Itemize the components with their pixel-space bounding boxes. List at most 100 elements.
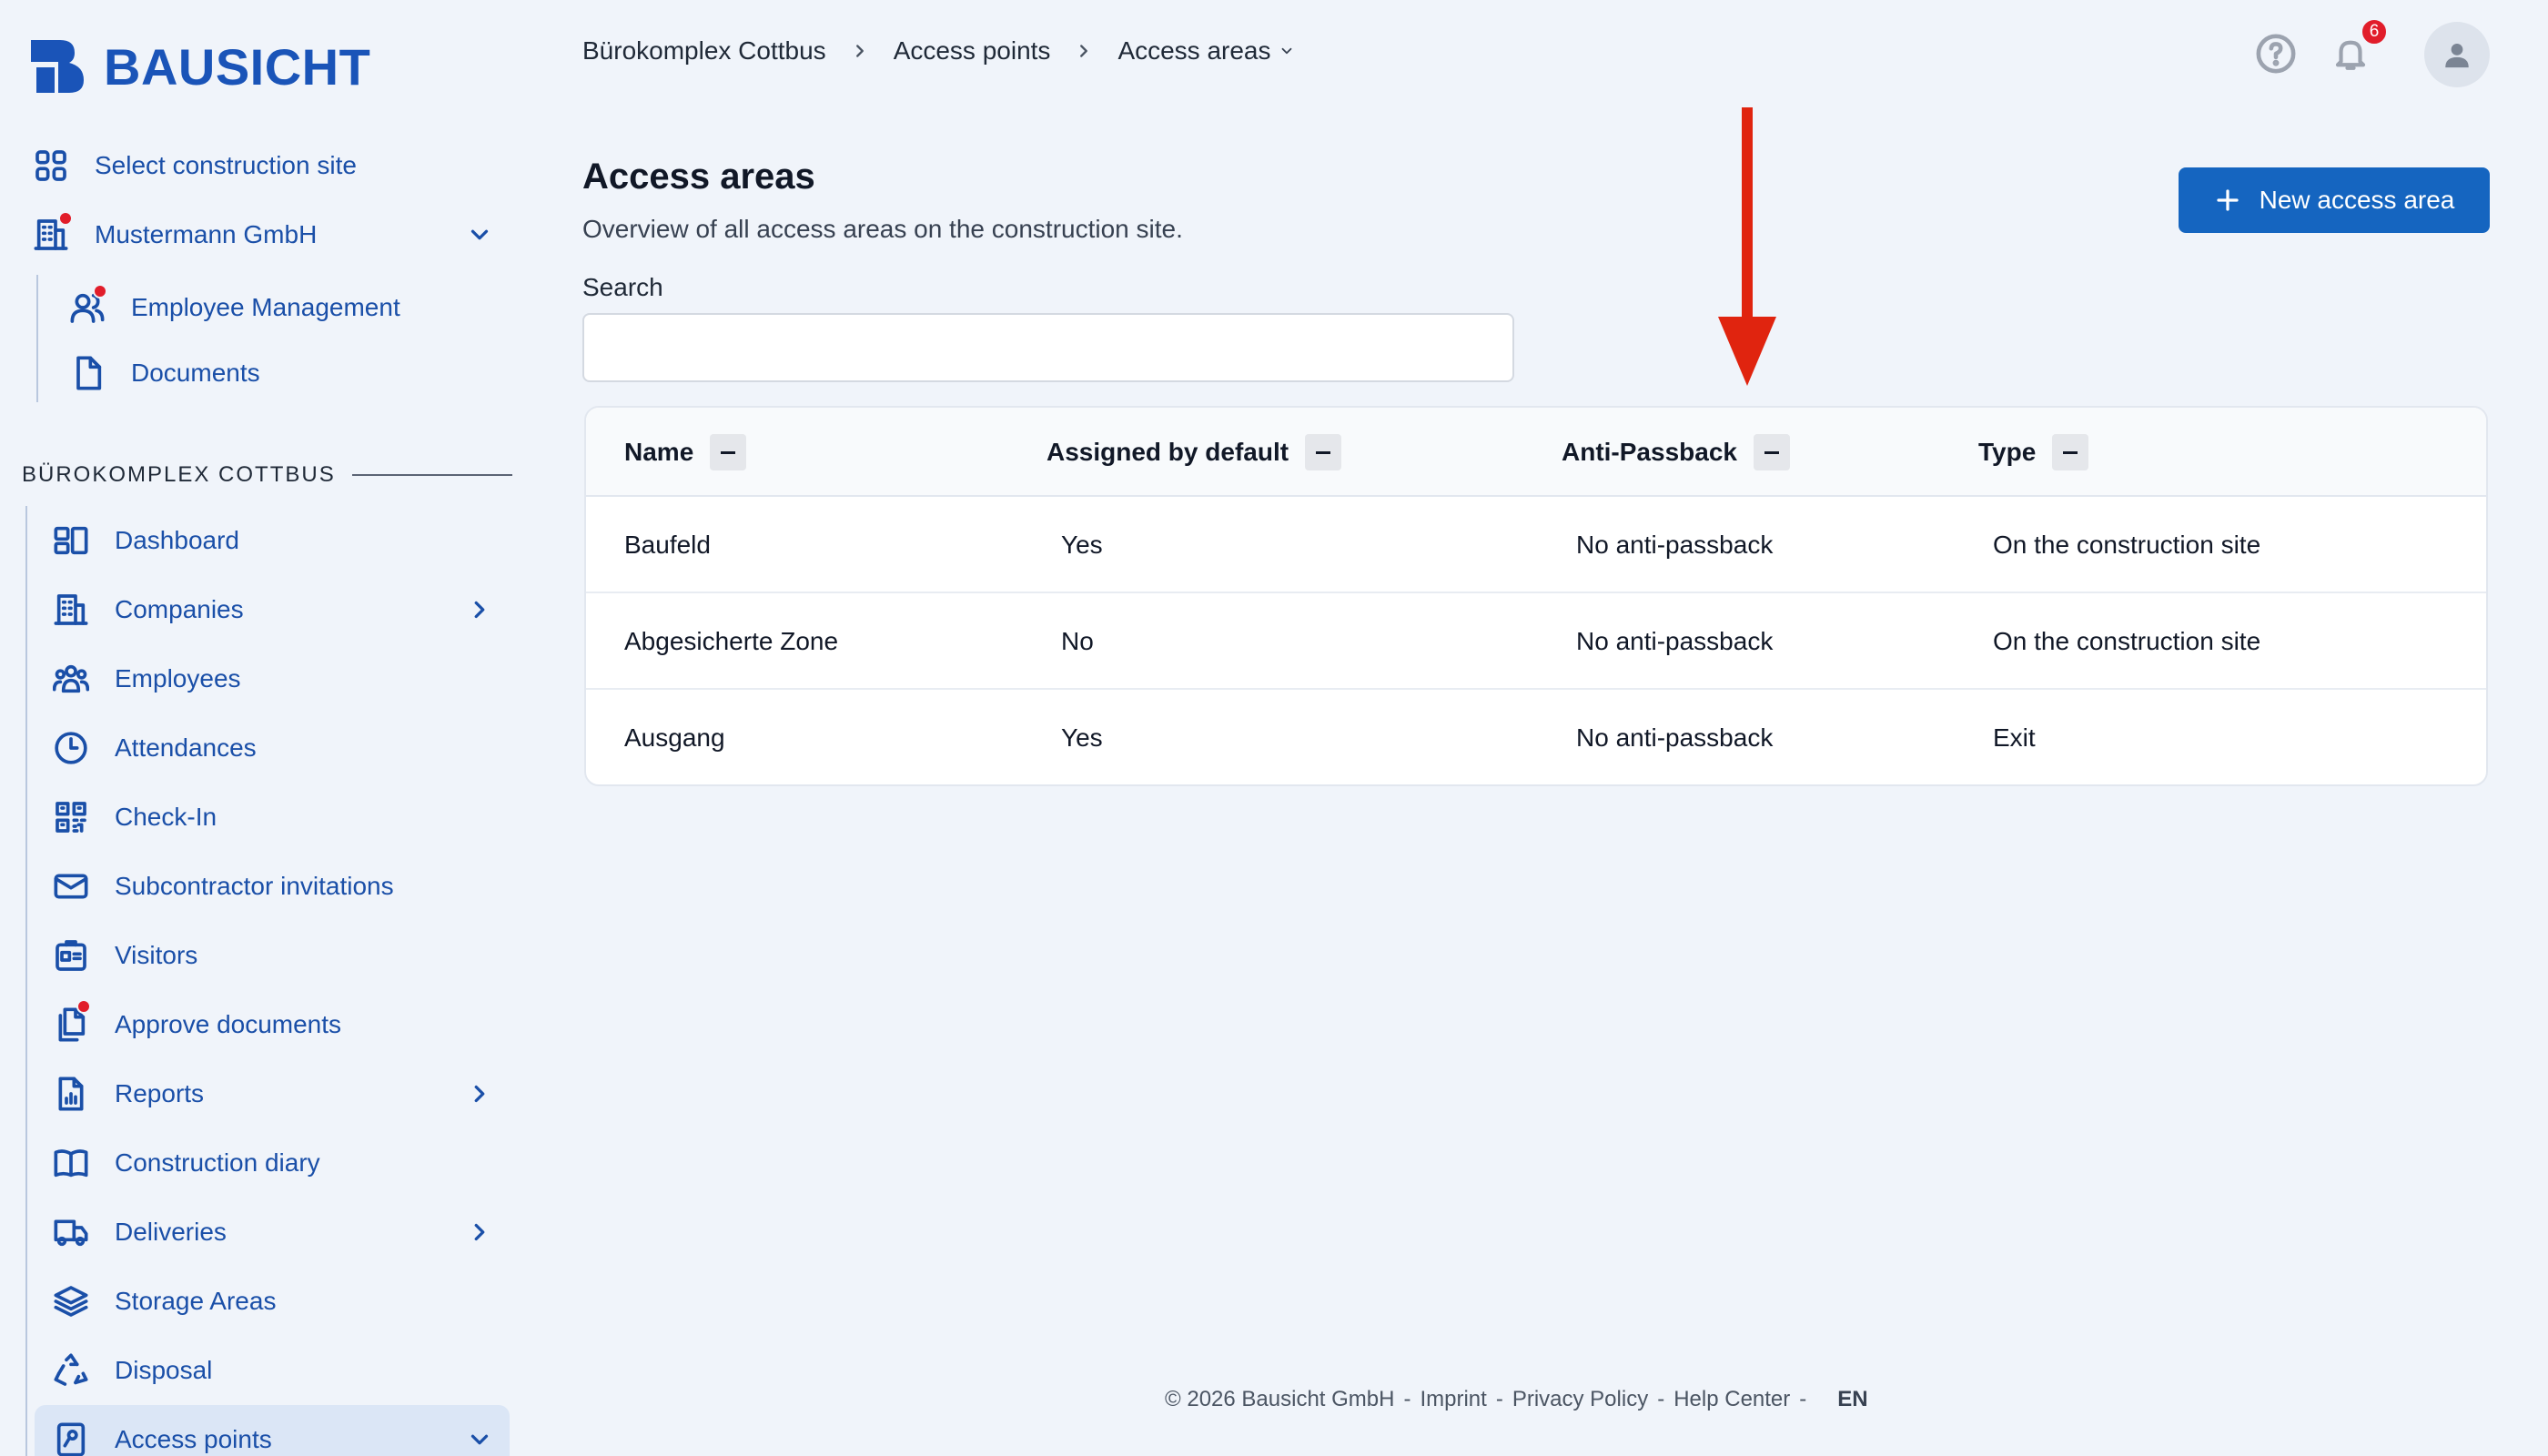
table-row[interactable]: Baufeld Yes No anti-passback On the cons… bbox=[586, 497, 2486, 593]
section-header: BÜROKOMPLEX COTTBUS bbox=[22, 462, 512, 488]
chevron-right-icon[interactable] bbox=[466, 1218, 493, 1246]
sort-toggle-icon[interactable] bbox=[710, 434, 747, 470]
nav-label: Documents bbox=[131, 359, 260, 387]
nav-label: Subcontractor invitations bbox=[115, 872, 394, 900]
sidebar-item-documents[interactable]: Documents bbox=[67, 353, 260, 393]
column-header-type: Type bbox=[1978, 408, 2089, 497]
brand-name: BAUSICHT bbox=[104, 37, 371, 96]
sidebar-item-approve-documents[interactable]: Approve documents bbox=[51, 999, 342, 1045]
sidebar-item-disposal[interactable]: Disposal bbox=[51, 1350, 212, 1390]
layers-icon bbox=[51, 1281, 91, 1321]
sidebar: BAUSICHT Select construction site Muster… bbox=[0, 0, 528, 1456]
sidebar-item-check-in[interactable]: Check-In bbox=[51, 797, 217, 837]
dashboard-icon bbox=[51, 521, 91, 561]
sort-toggle-icon[interactable] bbox=[1753, 434, 1790, 470]
sidebar-item-access-points[interactable]: Access points bbox=[51, 1420, 272, 1456]
notification-dot bbox=[93, 284, 107, 298]
language-switch[interactable]: EN bbox=[1837, 1387, 1867, 1412]
plus-icon bbox=[2216, 189, 2239, 211]
sidebar-item-deliveries[interactable]: Deliveries bbox=[51, 1212, 227, 1252]
cell-name: Ausgang bbox=[624, 723, 725, 752]
nav-line bbox=[25, 506, 27, 1456]
copyright: © 2026 Bausicht GmbH bbox=[1165, 1387, 1395, 1411]
sidebar-item-employee-management[interactable]: Employee Management bbox=[67, 284, 400, 328]
page-subtitle: Overview of all access areas on the cons… bbox=[582, 215, 1183, 243]
cell-type: On the construction site bbox=[1993, 531, 2261, 559]
chevron-down-icon[interactable] bbox=[466, 1426, 493, 1453]
new-button-label: New access area bbox=[2259, 186, 2455, 214]
breadcrumb-current[interactable]: Access areas bbox=[1117, 36, 1294, 66]
report-icon bbox=[51, 1074, 91, 1114]
imprint-link[interactable]: Imprint bbox=[1420, 1387, 1486, 1412]
sidebar-item-storage-areas[interactable]: Storage Areas bbox=[51, 1281, 276, 1321]
nav-label: Check-In bbox=[115, 803, 217, 831]
search-input[interactable] bbox=[582, 313, 1514, 382]
nav-label: Dashboard bbox=[115, 526, 239, 554]
sidebar-item-employees[interactable]: Employees bbox=[51, 659, 241, 699]
key-card-icon bbox=[51, 1420, 91, 1456]
cell-type: Exit bbox=[1993, 723, 2036, 752]
sort-toggle-icon[interactable] bbox=[1305, 434, 1342, 470]
breadcrumb-site[interactable]: Bürokomplex Cottbus bbox=[582, 36, 826, 66]
nav-label: Access points bbox=[115, 1425, 272, 1453]
submenu-line bbox=[36, 275, 38, 402]
sidebar-item-dashboard[interactable]: Dashboard bbox=[51, 521, 239, 561]
nav-label: Mustermann GmbH bbox=[95, 220, 318, 248]
table-row[interactable]: Ausgang Yes No anti-passback Exit bbox=[586, 690, 2486, 784]
nav-label: Approve documents bbox=[115, 1010, 342, 1038]
help-center-link[interactable]: Help Center bbox=[1673, 1387, 1790, 1412]
section-title: BÜROKOMPLEX COTTBUS bbox=[22, 462, 336, 487]
access-areas-table: Name Assigned by default Anti-Passback T… bbox=[584, 406, 2488, 786]
grid-icon bbox=[31, 146, 71, 186]
notification-badge: 6 bbox=[2361, 18, 2388, 46]
sidebar-item-reports[interactable]: Reports bbox=[51, 1074, 204, 1114]
page-title: Access areas bbox=[582, 157, 815, 197]
user-icon bbox=[2445, 43, 2469, 68]
book-icon bbox=[51, 1143, 91, 1183]
sidebar-item-attendances[interactable]: Attendances bbox=[51, 728, 257, 768]
column-header-assigned-by-default: Assigned by default bbox=[1046, 408, 1342, 497]
nav-label: Storage Areas bbox=[115, 1287, 277, 1315]
chevron-down-icon bbox=[1281, 47, 1291, 55]
search-label: Search bbox=[582, 273, 663, 301]
breadcrumb-access-areas: Access areas bbox=[1117, 36, 1271, 65]
company-selector[interactable]: Mustermann GmbH bbox=[31, 211, 318, 255]
help-icon[interactable] bbox=[2255, 33, 2297, 79]
nav-label: Employees bbox=[115, 664, 241, 693]
nav-label: Employee Management bbox=[131, 293, 400, 321]
building-icon bbox=[31, 211, 73, 255]
document-icon bbox=[67, 353, 107, 393]
documents-icon bbox=[51, 999, 91, 1045]
notification-dot bbox=[58, 211, 73, 226]
cell-assigned: Yes bbox=[1061, 531, 1103, 559]
nav-label: Companies bbox=[115, 595, 244, 623]
sort-toggle-icon[interactable] bbox=[2052, 434, 2089, 470]
select-construction-site[interactable]: Select construction site bbox=[31, 146, 357, 186]
users-icon bbox=[67, 284, 107, 328]
separator: - bbox=[1403, 1387, 1411, 1411]
divider bbox=[351, 474, 512, 476]
privacy-policy-link[interactable]: Privacy Policy bbox=[1512, 1387, 1648, 1412]
breadcrumb-access-points[interactable]: Access points bbox=[894, 36, 1051, 66]
sidebar-item-subcontractor-invitations[interactable]: Subcontractor invitations bbox=[51, 866, 394, 906]
cell-anti-passback: No anti-passback bbox=[1576, 627, 1774, 655]
sidebar-item-visitors[interactable]: Visitors bbox=[51, 935, 197, 976]
cell-assigned: Yes bbox=[1061, 723, 1103, 752]
cell-type: On the construction site bbox=[1993, 627, 2261, 655]
avatar[interactable] bbox=[2424, 22, 2490, 87]
column-header-name: Name bbox=[624, 408, 747, 497]
logo[interactable]: BAUSICHT bbox=[27, 36, 370, 96]
chevron-down-icon[interactable] bbox=[466, 221, 493, 248]
new-access-area-button[interactable]: New access area bbox=[2179, 167, 2490, 233]
separator: - bbox=[1799, 1387, 1807, 1411]
nav-label: Attendances bbox=[115, 733, 257, 762]
mail-icon bbox=[51, 866, 91, 906]
recycle-icon bbox=[51, 1350, 91, 1390]
table-row[interactable]: Abgesicherte Zone No No anti-passback On… bbox=[586, 593, 2486, 690]
sidebar-item-construction-diary[interactable]: Construction diary bbox=[51, 1143, 320, 1183]
chevron-right-icon[interactable] bbox=[466, 596, 493, 623]
nav-label: Visitors bbox=[115, 941, 198, 969]
sidebar-item-companies[interactable]: Companies bbox=[51, 590, 244, 630]
employees-icon bbox=[51, 659, 91, 699]
chevron-right-icon[interactable] bbox=[466, 1080, 493, 1107]
